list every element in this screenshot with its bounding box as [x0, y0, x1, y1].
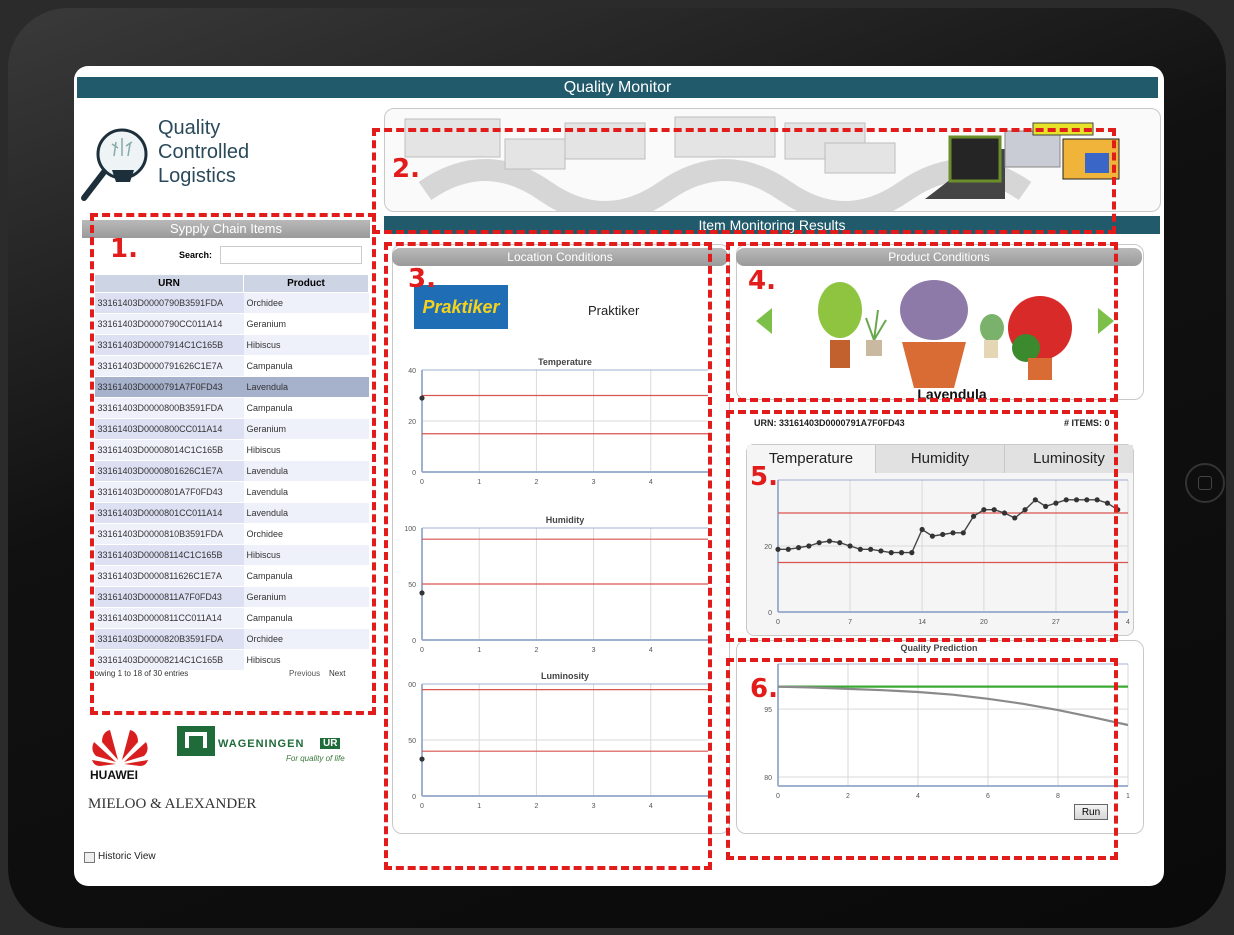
annotation-number-5: 5. [750, 462, 778, 492]
annotation-box-3 [384, 242, 712, 870]
quality-header: Quality Prediction [900, 643, 978, 653]
home-button[interactable] [1185, 463, 1225, 503]
annotation-number-4: 4. [748, 266, 776, 296]
historic-view-checkbox[interactable] [84, 852, 95, 863]
app-screen: Quality Monitor Quality Controlled Logis… [74, 66, 1164, 886]
magnifier-plant-icon [81, 128, 148, 201]
annotation-box-6 [726, 658, 1118, 860]
logo-line2: Controlled [158, 141, 250, 163]
app-title: Quality Monitor [77, 77, 1158, 98]
annotation-number-2: 2. [392, 154, 420, 184]
annotation-number-6: 6. [750, 674, 778, 704]
wageningen-tagline: For quality of life [286, 754, 345, 763]
annotation-number-3: 3. [408, 264, 436, 294]
annotation-number-1: 1. [110, 234, 138, 264]
wageningen-ur-badge: UR [320, 738, 341, 749]
x-tick-label: 4 [1126, 619, 1130, 626]
logo-line1: Quality [158, 117, 221, 139]
annotation-box-2 [372, 128, 1116, 234]
wageningen-logo-icon [177, 726, 215, 756]
annotation-box-1 [90, 213, 376, 715]
annotation-box-5 [726, 410, 1118, 642]
x-tick-label: 1 [1126, 793, 1130, 800]
mieloo-alexander-logo: MIELOO & ALEXANDER [88, 796, 257, 812]
annotation-box-4 [726, 242, 1118, 402]
huawei-label: HUAWEI [90, 768, 138, 782]
logo-text: Quality Controlled Logistics [158, 116, 249, 188]
historic-view-label: Historic View [98, 851, 156, 862]
wageningen-label: WAGENINGEN [218, 738, 305, 750]
logo-line3: Logistics [158, 165, 236, 187]
